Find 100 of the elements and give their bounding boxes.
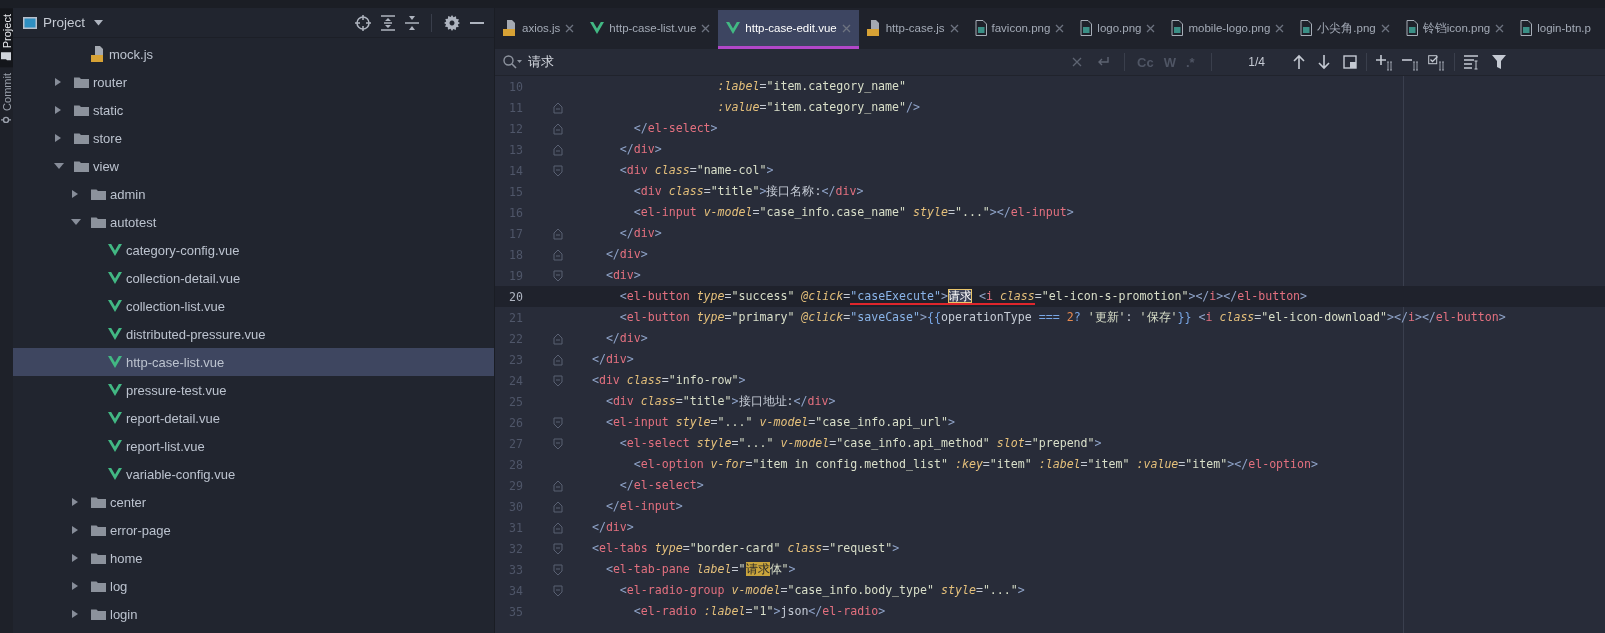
tree-item[interactable]: http-case-list.vue xyxy=(13,348,494,376)
plus-cursor-icon[interactable] xyxy=(1375,54,1393,70)
fold-marker-icon[interactable] xyxy=(553,164,563,177)
search-icon[interactable] xyxy=(503,55,522,69)
view-dropdown[interactable]: Project xyxy=(23,15,104,30)
tree-item[interactable]: pressure-test.vue xyxy=(13,376,494,404)
fold-marker-icon[interactable] xyxy=(553,101,563,114)
locate-icon[interactable] xyxy=(355,14,371,31)
check-cursor-icon[interactable] xyxy=(1427,54,1445,70)
editor-tab[interactable]: axios.js xyxy=(495,10,583,49)
editor-tab[interactable]: login-btn.p xyxy=(1512,10,1599,49)
tree-arrow-icon[interactable] xyxy=(71,553,79,563)
collapse-all-icon[interactable] xyxy=(405,14,419,31)
fold-marker-icon[interactable] xyxy=(553,584,563,597)
v-logo-icon xyxy=(108,244,122,256)
fold-marker-icon[interactable] xyxy=(553,353,563,366)
code-line: <div class="title">接口名称:</div> xyxy=(632,183,864,200)
close-icon[interactable] xyxy=(841,23,851,33)
tree-arrow-icon[interactable] xyxy=(71,189,79,199)
tree-arrow-icon[interactable] xyxy=(54,105,62,115)
tree-arrow-icon[interactable] xyxy=(71,497,79,507)
editor-tab[interactable]: mobile-logo.png xyxy=(1163,10,1293,49)
tree-item[interactable]: static xyxy=(13,96,494,124)
tree-item[interactable]: mock.js xyxy=(13,40,494,68)
editor-tab[interactable]: http-case-list.vue xyxy=(582,10,719,49)
editor-tab[interactable]: 小尖角.png xyxy=(1292,10,1398,49)
tree-item[interactable]: report-detail.vue xyxy=(13,404,494,432)
fold-marker-icon[interactable] xyxy=(553,542,563,555)
up-arrow-icon[interactable] xyxy=(1292,55,1305,69)
code-line: </div> xyxy=(604,330,648,347)
tree-item[interactable]: home xyxy=(13,544,494,572)
folder-icon xyxy=(91,496,106,508)
editor-tab[interactable]: 铃铛icon.png xyxy=(1397,10,1513,49)
close-icon[interactable] xyxy=(1146,23,1156,33)
tree-item[interactable]: collection-detail.vue xyxy=(13,264,494,292)
square-icon[interactable] xyxy=(1342,55,1357,69)
code-line: :value="item.category_name"/> xyxy=(716,99,920,116)
tree-item[interactable]: router xyxy=(13,68,494,96)
lines-cursor-icon[interactable] xyxy=(1463,55,1479,69)
fold-marker-icon[interactable] xyxy=(553,143,563,156)
fold-marker-icon[interactable] xyxy=(553,332,563,345)
tree-item[interactable]: view xyxy=(13,152,494,180)
code-line: <el-radio-group v-model="case_info.body_type" style="..."> xyxy=(618,582,1025,599)
tree-item[interactable]: report-list.vue xyxy=(13,432,494,460)
fold-marker-icon[interactable] xyxy=(553,269,563,282)
code-line: <el-tabs type="border-card" class="request"> xyxy=(590,540,900,557)
tree-arrow-icon[interactable] xyxy=(54,162,64,170)
editor-tab[interactable]: http-case-edit.vue xyxy=(718,10,859,49)
close-icon[interactable] xyxy=(1380,23,1390,33)
fold-marker-icon[interactable] xyxy=(553,248,563,261)
tree-item[interactable]: center xyxy=(13,488,494,516)
tree-item[interactable]: login xyxy=(13,600,494,628)
tree-item[interactable]: log xyxy=(13,572,494,600)
fold-marker-icon[interactable] xyxy=(553,374,563,387)
editor-tab[interactable]: http-case.js xyxy=(858,10,967,49)
tree-arrow-icon[interactable] xyxy=(71,525,79,535)
tree-arrow-icon[interactable] xyxy=(54,77,62,87)
close-icon[interactable] xyxy=(565,23,575,33)
tree-item[interactable]: autotest xyxy=(13,208,494,236)
newline-icon[interactable] xyxy=(1096,56,1110,68)
tree-item[interactable]: category-config.vue xyxy=(13,236,494,264)
v-logo-icon xyxy=(108,384,122,396)
editor-tab[interactable]: favicon.png xyxy=(966,10,1073,49)
tree-arrow-icon[interactable] xyxy=(71,218,81,226)
fold-marker-icon[interactable] xyxy=(553,479,563,492)
close-icon[interactable] xyxy=(949,23,959,33)
tree-arrow-icon[interactable] xyxy=(71,609,79,619)
fold-marker-icon[interactable] xyxy=(553,416,563,429)
tree-item[interactable]: error-page xyxy=(13,516,494,544)
fold-marker-icon[interactable] xyxy=(553,521,563,534)
close-icon[interactable] xyxy=(1275,23,1285,33)
search-field[interactable]: 请求 xyxy=(528,54,1066,70)
tree-item[interactable]: admin xyxy=(13,180,494,208)
fold-marker-icon[interactable] xyxy=(553,437,563,450)
down-arrow-icon[interactable] xyxy=(1317,55,1330,69)
fold-marker-icon[interactable] xyxy=(553,563,563,576)
close-icon[interactable] xyxy=(1495,23,1505,33)
fold-marker-icon[interactable] xyxy=(553,122,563,135)
fold-marker-icon[interactable] xyxy=(553,227,563,240)
tree-item[interactable]: collection-list.vue xyxy=(13,292,494,320)
tool-window-tab[interactable]: Project xyxy=(0,8,13,68)
close-icon[interactable] xyxy=(1055,23,1065,33)
tree-arrow-icon[interactable] xyxy=(54,133,62,143)
code-line: </div> xyxy=(618,141,662,158)
funnel-icon[interactable] xyxy=(1491,55,1506,69)
tree-arrow-icon[interactable] xyxy=(71,581,79,591)
tree-item[interactable]: store xyxy=(13,124,494,152)
close-icon[interactable] xyxy=(701,23,711,33)
expand-all-icon[interactable] xyxy=(381,14,395,31)
tool-window-tab[interactable]: Commit xyxy=(0,67,13,132)
clear-icon[interactable] xyxy=(1072,57,1082,67)
tree-item[interactable]: distributed-pressure.vue xyxy=(13,320,494,348)
js-file-icon xyxy=(91,46,105,62)
tree-item[interactable]: variable-config.vue xyxy=(13,460,494,488)
settings-icon[interactable] xyxy=(444,14,460,31)
fold-marker-icon[interactable] xyxy=(553,500,563,513)
match-count: 1/4 xyxy=(1247,55,1266,69)
editor-tab[interactable]: logo.png xyxy=(1072,10,1164,49)
minimize-icon[interactable] xyxy=(470,21,484,24)
v-logo-icon xyxy=(108,468,122,480)
